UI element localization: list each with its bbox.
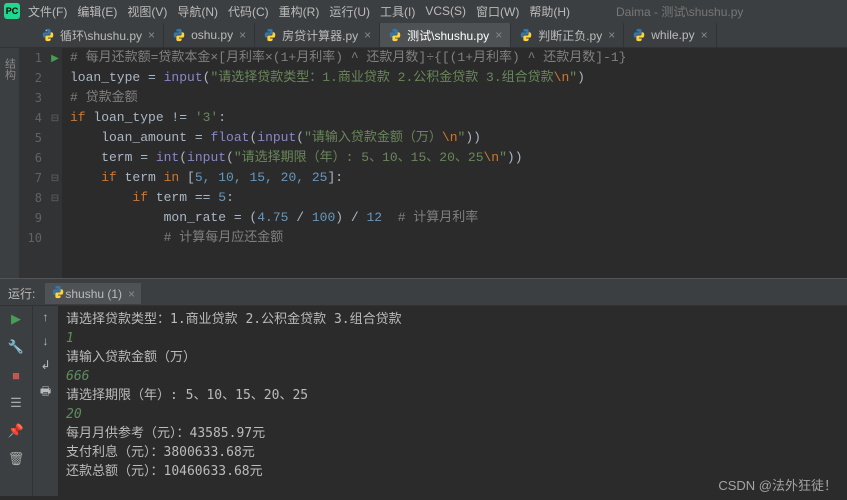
- fold-icon[interactable]: ⊟: [48, 113, 62, 124]
- fold-icon[interactable]: ⊟: [48, 193, 62, 204]
- line-number: 10: [20, 231, 48, 245]
- editor-area: 结构 1▶ 2 3 4⊟ 5 6 7⊟ 8⊟ 9 10 # 每月还款额=贷款本金…: [0, 48, 847, 278]
- gutter: 1▶ 2 3 4⊟ 5 6 7⊟ 8⊟ 9 10: [20, 48, 62, 278]
- close-icon[interactable]: ×: [128, 287, 135, 301]
- console-line: 请选择贷款类型：1.商业贷款 2.公积金贷款 3.组合贷款: [66, 310, 839, 329]
- close-icon[interactable]: ×: [239, 28, 246, 42]
- run-tab[interactable]: shushu (1) ×: [45, 283, 141, 304]
- fold-icon[interactable]: ⊟: [48, 173, 62, 184]
- watermark: CSDN @法外狂徒！: [718, 475, 837, 494]
- console-line: 支付利息（元）：3800633.68元: [66, 443, 839, 462]
- close-icon[interactable]: ×: [608, 28, 615, 42]
- tab-3[interactable]: 测试\shushu.py ×: [380, 23, 511, 47]
- python-file-icon: [51, 285, 65, 302]
- tab-label: 测试\shushu.py: [407, 27, 489, 44]
- menu-view[interactable]: 视图(V): [127, 3, 167, 20]
- run-toolbar-left: ▶ 🔧 ■ ☰ 📌 🗑: [0, 306, 32, 496]
- trash-icon[interactable]: 🗑: [7, 450, 25, 468]
- tab-4[interactable]: 判断正负.py ×: [511, 23, 624, 47]
- stop-button[interactable]: ■: [7, 366, 25, 384]
- structure-tool-strip[interactable]: 结构: [0, 48, 20, 278]
- console-input: 1: [66, 329, 839, 348]
- up-icon[interactable]: ↑: [43, 310, 49, 324]
- close-icon[interactable]: ×: [148, 28, 155, 42]
- line-number: 1: [20, 51, 48, 65]
- close-icon[interactable]: ×: [495, 28, 502, 42]
- tab-label: while.py: [651, 28, 694, 42]
- python-file-icon: [172, 28, 186, 42]
- tab-label: 判断正负.py: [538, 27, 602, 44]
- window-title: Daima - 测试\shushu.py: [616, 3, 743, 20]
- rerun-button[interactable]: ▶: [7, 310, 25, 328]
- console-line: 请选择期限（年）: 5、10、15、20、25: [66, 386, 839, 405]
- run-panel: ▶ 🔧 ■ ☰ 📌 🗑 ↑ ↓ ↲ 🖶 请选择贷款类型：1.商业贷款 2.公积金…: [0, 306, 847, 496]
- python-file-icon: [632, 28, 646, 42]
- menu-code[interactable]: 代码(C): [228, 3, 269, 20]
- close-icon[interactable]: ×: [364, 28, 371, 42]
- console-output[interactable]: 请选择贷款类型：1.商业贷款 2.公积金贷款 3.组合贷款 1 请输入贷款金额（…: [58, 306, 847, 496]
- run-tab-label: shushu (1): [65, 287, 122, 301]
- wrap-icon[interactable]: ↲: [40, 358, 50, 372]
- run-toolbar-left2: ↑ ↓ ↲ 🖶: [32, 306, 58, 496]
- python-file-icon: [41, 28, 55, 42]
- menu-navigate[interactable]: 导航(N): [177, 3, 218, 20]
- menu-edit[interactable]: 编辑(E): [77, 3, 117, 20]
- tab-label: oshu.py: [191, 28, 233, 42]
- tab-2[interactable]: 房贷计算器.py ×: [255, 23, 380, 47]
- close-icon[interactable]: ×: [701, 28, 708, 42]
- menu-window[interactable]: 窗口(W): [476, 3, 519, 20]
- menu-run[interactable]: 运行(U): [329, 3, 370, 20]
- line-number: 4: [20, 111, 48, 125]
- run-tool-header: 运行: shushu (1) ×: [0, 282, 847, 306]
- console-input: 666: [66, 367, 839, 386]
- console-input: 20: [66, 405, 839, 424]
- line-number: 2: [20, 71, 48, 85]
- tab-label: 房贷计算器.py: [282, 27, 358, 44]
- menu-tools[interactable]: 工具(I): [380, 3, 415, 20]
- tab-0[interactable]: 循环\shushu.py ×: [33, 23, 164, 47]
- menu-refactor[interactable]: 重构(R): [279, 3, 320, 20]
- menu-help[interactable]: 帮助(H): [529, 3, 570, 20]
- line-number: 9: [20, 211, 48, 225]
- line-number: 5: [20, 131, 48, 145]
- run-label: 运行:: [8, 285, 35, 302]
- app-icon: PC: [4, 3, 20, 19]
- menu-file[interactable]: 文件(F): [28, 3, 67, 20]
- down-icon[interactable]: ↓: [43, 334, 49, 348]
- tab-5[interactable]: while.py ×: [624, 23, 716, 47]
- console-line: 请输入贷款金额（万）: [66, 348, 839, 367]
- structure-label: 结构: [2, 58, 18, 80]
- menu-vcs[interactable]: VCS(S): [425, 4, 466, 18]
- settings-icon[interactable]: 🔧: [7, 338, 25, 356]
- tab-1[interactable]: oshu.py ×: [164, 23, 255, 47]
- python-file-icon: [388, 28, 402, 42]
- python-file-icon: [519, 28, 533, 42]
- line-number: 3: [20, 91, 48, 105]
- console-line: 每月月供参考（元）：43585.97元: [66, 424, 839, 443]
- python-file-icon: [263, 28, 277, 42]
- editor-tabs: 循环\shushu.py × oshu.py × 房贷计算器.py × 测试\shus…: [0, 22, 847, 48]
- line-number: 6: [20, 151, 48, 165]
- main-menubar: PC 文件(F) 编辑(E) 视图(V) 导航(N) 代码(C) 重构(R) 运…: [0, 0, 847, 22]
- code-editor[interactable]: # 每月还款额=贷款本金×[月利率×(1+月利率) ^ 还款月数]÷{[(1+月…: [62, 48, 847, 278]
- line-number: 7: [20, 171, 48, 185]
- tab-label: 循环\shushu.py: [60, 27, 142, 44]
- line-number: 8: [20, 191, 48, 205]
- layout-icon[interactable]: ☰: [7, 394, 25, 412]
- run-gutter-icon[interactable]: ▶: [48, 53, 62, 64]
- pin-icon[interactable]: 📌: [7, 422, 25, 440]
- print-icon[interactable]: 🖶: [40, 382, 51, 403]
